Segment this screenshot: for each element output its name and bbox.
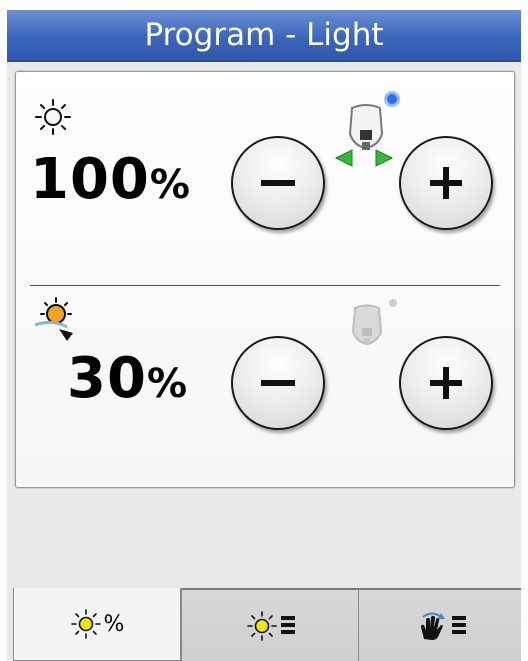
- list-icon: [451, 615, 466, 636]
- ambient-light-unit: %: [146, 361, 189, 407]
- sun-icon: [70, 609, 101, 639]
- ambient-light-value: 30: [67, 346, 147, 411]
- main-light-percentage: 100%: [30, 147, 191, 212]
- tab-intensity-label: %: [103, 611, 125, 637]
- tab-gesture[interactable]: [358, 588, 521, 661]
- light-control-panel: 100% 30%: [15, 71, 515, 488]
- main-light-decrease-button[interactable]: [231, 136, 325, 230]
- ambient-light-decrease-button[interactable]: [231, 336, 325, 430]
- tab-list[interactable]: [181, 588, 358, 661]
- main-light-unit: %: [149, 162, 191, 208]
- tab-intensity[interactable]: %: [13, 588, 181, 661]
- list-icon: [280, 615, 295, 636]
- lamp-head-inactive-icon: [351, 304, 383, 346]
- sun-icon: [35, 99, 71, 135]
- ambient-light-percentage: 30%: [67, 346, 188, 411]
- main-light-value: 100: [30, 147, 150, 212]
- main-light-increase-button[interactable]: [399, 136, 493, 230]
- section-divider: [30, 285, 500, 286]
- tab-bar: %: [7, 588, 521, 661]
- hand-gesture-icon: [420, 612, 445, 640]
- ambient-light-status-indicator: [389, 299, 397, 307]
- page-title: Program - Light: [7, 10, 521, 62]
- ambient-light-increase-button[interactable]: [399, 336, 493, 430]
- sun-list-icon: [246, 610, 277, 641]
- ambient-sun-icon: [34, 297, 73, 341]
- main-light-status-indicator: [384, 91, 400, 107]
